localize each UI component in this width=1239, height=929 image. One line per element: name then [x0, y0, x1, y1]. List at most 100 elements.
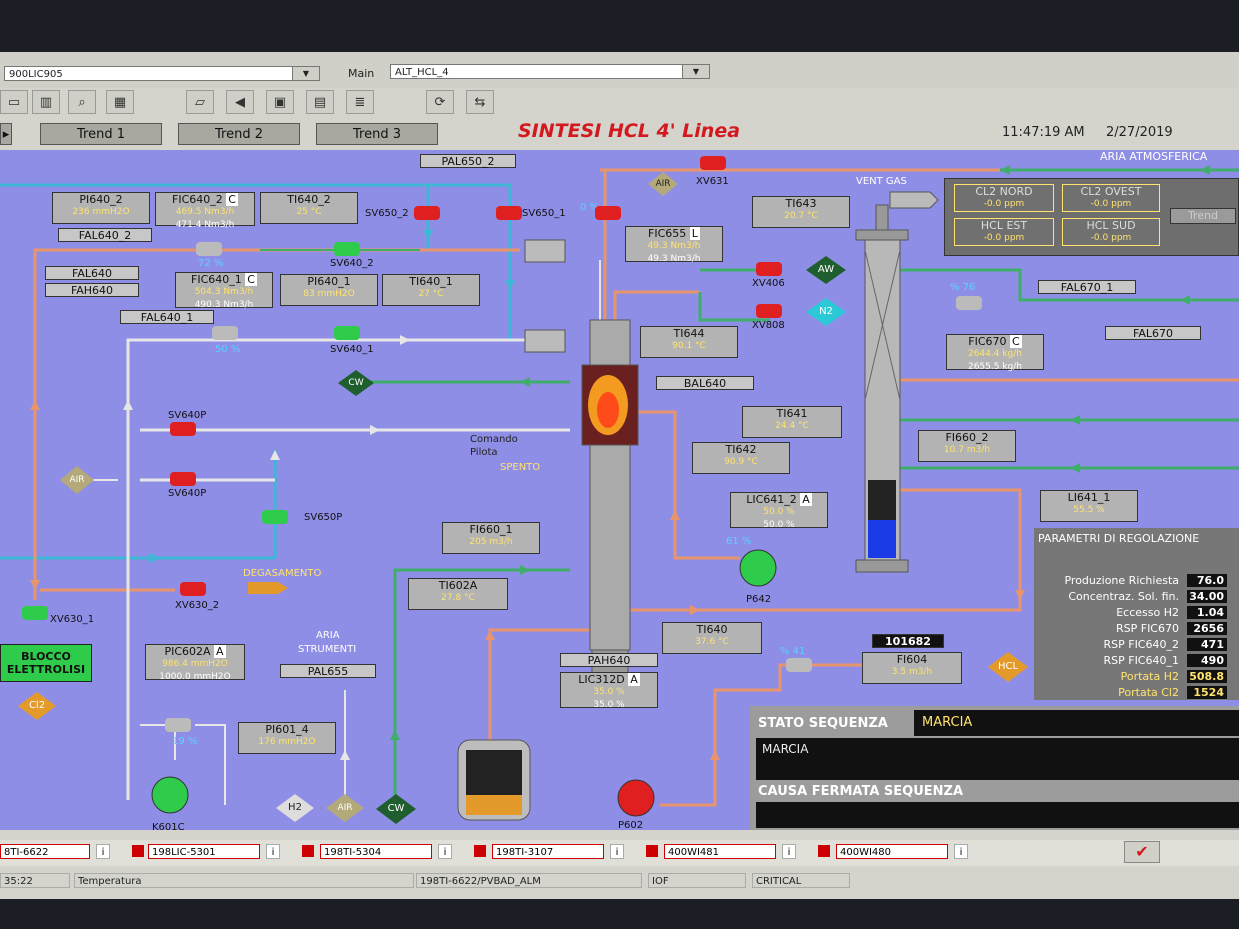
swap-icon[interactable]: ⇆ [466, 90, 494, 114]
valve-sv640p-icon[interactable] [170, 472, 196, 486]
tag-pi601-4[interactable]: PI601_4 176 mmH2O [238, 722, 336, 754]
flag-bal640[interactable]: BAL640 [656, 376, 754, 390]
tab-trend-3[interactable]: Trend 3 [316, 123, 438, 145]
acknowledge-check-icon[interactable]: ✔ [1124, 841, 1160, 863]
back-arrow-icon[interactable]: ◀ [226, 90, 254, 114]
control-valve-icon[interactable] [786, 658, 812, 672]
flag-fal670-1[interactable]: FAL670_1 [1038, 280, 1136, 294]
flag-pal650-2[interactable]: PAL650_2 [420, 154, 516, 168]
control-valve-icon[interactable] [165, 718, 191, 732]
info-icon[interactable]: i [782, 844, 796, 859]
info-icon[interactable]: i [610, 844, 624, 859]
param-value[interactable]: 471 [1187, 638, 1227, 651]
gas-hcl-sud[interactable]: HCL SUD -0.0 ppm [1062, 218, 1160, 246]
tag-ti644[interactable]: TI644 90.1 °C [640, 326, 738, 358]
nav-arrow-icon[interactable]: ▸ [0, 123, 12, 145]
refresh-icon[interactable]: ⟳ [426, 90, 454, 114]
tag-li641-1[interactable]: LI641_1 55.5 % [1040, 490, 1138, 522]
alarm-item[interactable]: 198LIC-5301 [148, 844, 260, 859]
tag-fi604[interactable]: FI604 3.5 m3/h [862, 652, 962, 684]
info-icon[interactable]: i [438, 844, 452, 859]
valve-sv650p-icon[interactable] [262, 510, 288, 524]
panel-icon[interactable]: ▥ [32, 90, 60, 114]
param-value[interactable]: 490 [1187, 654, 1227, 667]
control-valve-icon[interactable] [212, 326, 238, 340]
tag-value: 205 m3/h [469, 537, 513, 547]
valve-sv640-1-icon[interactable] [334, 326, 360, 340]
tag-ti602a[interactable]: TI602A 27.8 °C [408, 578, 508, 610]
tag-fi660-2[interactable]: FI660_2 10.7 m3/h [918, 430, 1016, 462]
param-value[interactable]: 1.04 [1187, 606, 1227, 619]
valve-fcv655-icon[interactable] [595, 206, 621, 220]
display-icon[interactable]: ▣ [266, 90, 294, 114]
valve-sv650-1-icon[interactable] [496, 206, 522, 220]
gas-cl2-nord[interactable]: CL2 NORD -0.0 ppm [954, 184, 1054, 212]
valve-xv406-icon[interactable] [756, 262, 782, 276]
flag-pal655[interactable]: PAL655 [280, 664, 376, 678]
tag-fi660-1[interactable]: FI660_1 205 m3/h [442, 522, 540, 554]
search-icon[interactable]: ⌕ [68, 90, 96, 114]
label-xv406: XV406 [752, 278, 785, 289]
control-valve-icon[interactable] [196, 242, 222, 256]
flag-fal670[interactable]: FAL670 [1105, 326, 1201, 340]
alarm-item[interactable]: 198TI-5304 [320, 844, 432, 859]
tag-ti640[interactable]: TI640 37.6 °C [662, 622, 762, 654]
tag-pi640-2[interactable]: PI640_2 236 mmH2O [52, 192, 150, 224]
tag-ti642[interactable]: TI642 90.9 °C [692, 442, 790, 474]
tag-fic640-2[interactable]: FIC640_2 C 469.5 Nm3/h 471.4 Nm3/h [155, 192, 255, 230]
monitor-icon[interactable]: ▤ [306, 90, 334, 114]
list-icon[interactable]: ≣ [346, 90, 374, 114]
alarm-item[interactable]: 8TI-6622 [0, 844, 90, 859]
alarm-item[interactable]: 400WI480 [836, 844, 948, 859]
tag-ti641[interactable]: TI641 24.4 °C [742, 406, 842, 438]
valve-xv630-2-icon[interactable] [180, 582, 206, 596]
tag-fic640-1[interactable]: FIC640_1 C 504.3 Nm3/h 490.3 Nm3/h [175, 272, 273, 310]
alarm-item[interactable]: 198TI-3107 [492, 844, 604, 859]
label-sv650-2: SV650_2 [365, 208, 409, 219]
valve-sv640p-icon[interactable] [170, 422, 196, 436]
tag-ti640-2[interactable]: TI640_2 25 °C [260, 192, 358, 224]
flag-fal640-2[interactable]: FAL640_2 [58, 228, 152, 242]
blocco-elettrolisi-button[interactable]: BLOCCO ELETTROLISI [0, 644, 92, 682]
tag-lic641-2[interactable]: LIC641_2 A 50.0 % 50.0 % [730, 492, 828, 530]
tab-trend-2[interactable]: Trend 2 [178, 123, 300, 145]
print-icon[interactable]: ▭ [0, 90, 28, 114]
folder-icon[interactable]: ▱ [186, 90, 214, 114]
apps-icon[interactable]: ▦ [106, 90, 134, 114]
tab-trend-1[interactable]: Trend 1 [40, 123, 162, 145]
tag-value: 10.7 m3/h [943, 445, 991, 455]
valve-position: 61 % [726, 536, 752, 547]
param-value[interactable]: 34.00 [1187, 590, 1227, 603]
main-combo[interactable]: ALT_HCL_4 ▼ [390, 64, 710, 79]
gas-cl2-ovest[interactable]: CL2 OVEST -0.0 ppm [1062, 184, 1160, 212]
chevron-down-icon[interactable]: ▼ [292, 67, 319, 80]
flag-fal640[interactable]: FAL640 [45, 266, 139, 280]
tag-ti640-1[interactable]: TI640_1 27 °C [382, 274, 480, 306]
gas-trend-button[interactable]: Trend [1170, 208, 1236, 224]
tag-fic670[interactable]: FIC670 C 2644.4 kg/h 2655.5 kg/h [946, 334, 1044, 372]
valve-xv631-icon[interactable] [700, 156, 726, 170]
clock-date: 2/27/2019 [1106, 125, 1173, 140]
valve-sv640-2-icon[interactable] [334, 242, 360, 256]
tag-lic312d[interactable]: LIC312D A 35.0 % 35.0 % [560, 672, 658, 710]
control-valve-icon[interactable] [956, 296, 982, 310]
tag-ti643[interactable]: TI643 20.7 °C [752, 196, 850, 228]
flag-fah640[interactable]: FAH640 [45, 283, 139, 297]
flag-fal640-1[interactable]: FAL640_1 [120, 310, 214, 324]
tag-pi640-1[interactable]: PI640_1 83 mmH2O [280, 274, 378, 306]
flag-pah640[interactable]: PAH640 [560, 653, 658, 667]
param-value[interactable]: 76.0 [1187, 574, 1227, 587]
station-combo[interactable]: 900LIC905 ▼ [4, 66, 320, 81]
valve-sv650-2-icon[interactable] [414, 206, 440, 220]
info-icon[interactable]: i [954, 844, 968, 859]
tag-fic655[interactable]: FIC655 L 49.3 Nm3/h 49.3 Nm3/h [625, 226, 723, 264]
param-value[interactable]: 2656 [1187, 622, 1227, 635]
gas-hcl-est[interactable]: HCL EST -0.0 ppm [954, 218, 1054, 246]
valve-xv630-1-icon[interactable] [22, 606, 48, 620]
valve-xv808-icon[interactable] [756, 304, 782, 318]
tag-pic602a[interactable]: PIC602A A 986.4 mmH2O 1000.0 mmH2O [145, 644, 245, 682]
chevron-down-icon[interactable]: ▼ [682, 65, 709, 78]
info-icon[interactable]: i [96, 844, 110, 859]
info-icon[interactable]: i [266, 844, 280, 859]
alarm-item[interactable]: 400WI481 [664, 844, 776, 859]
